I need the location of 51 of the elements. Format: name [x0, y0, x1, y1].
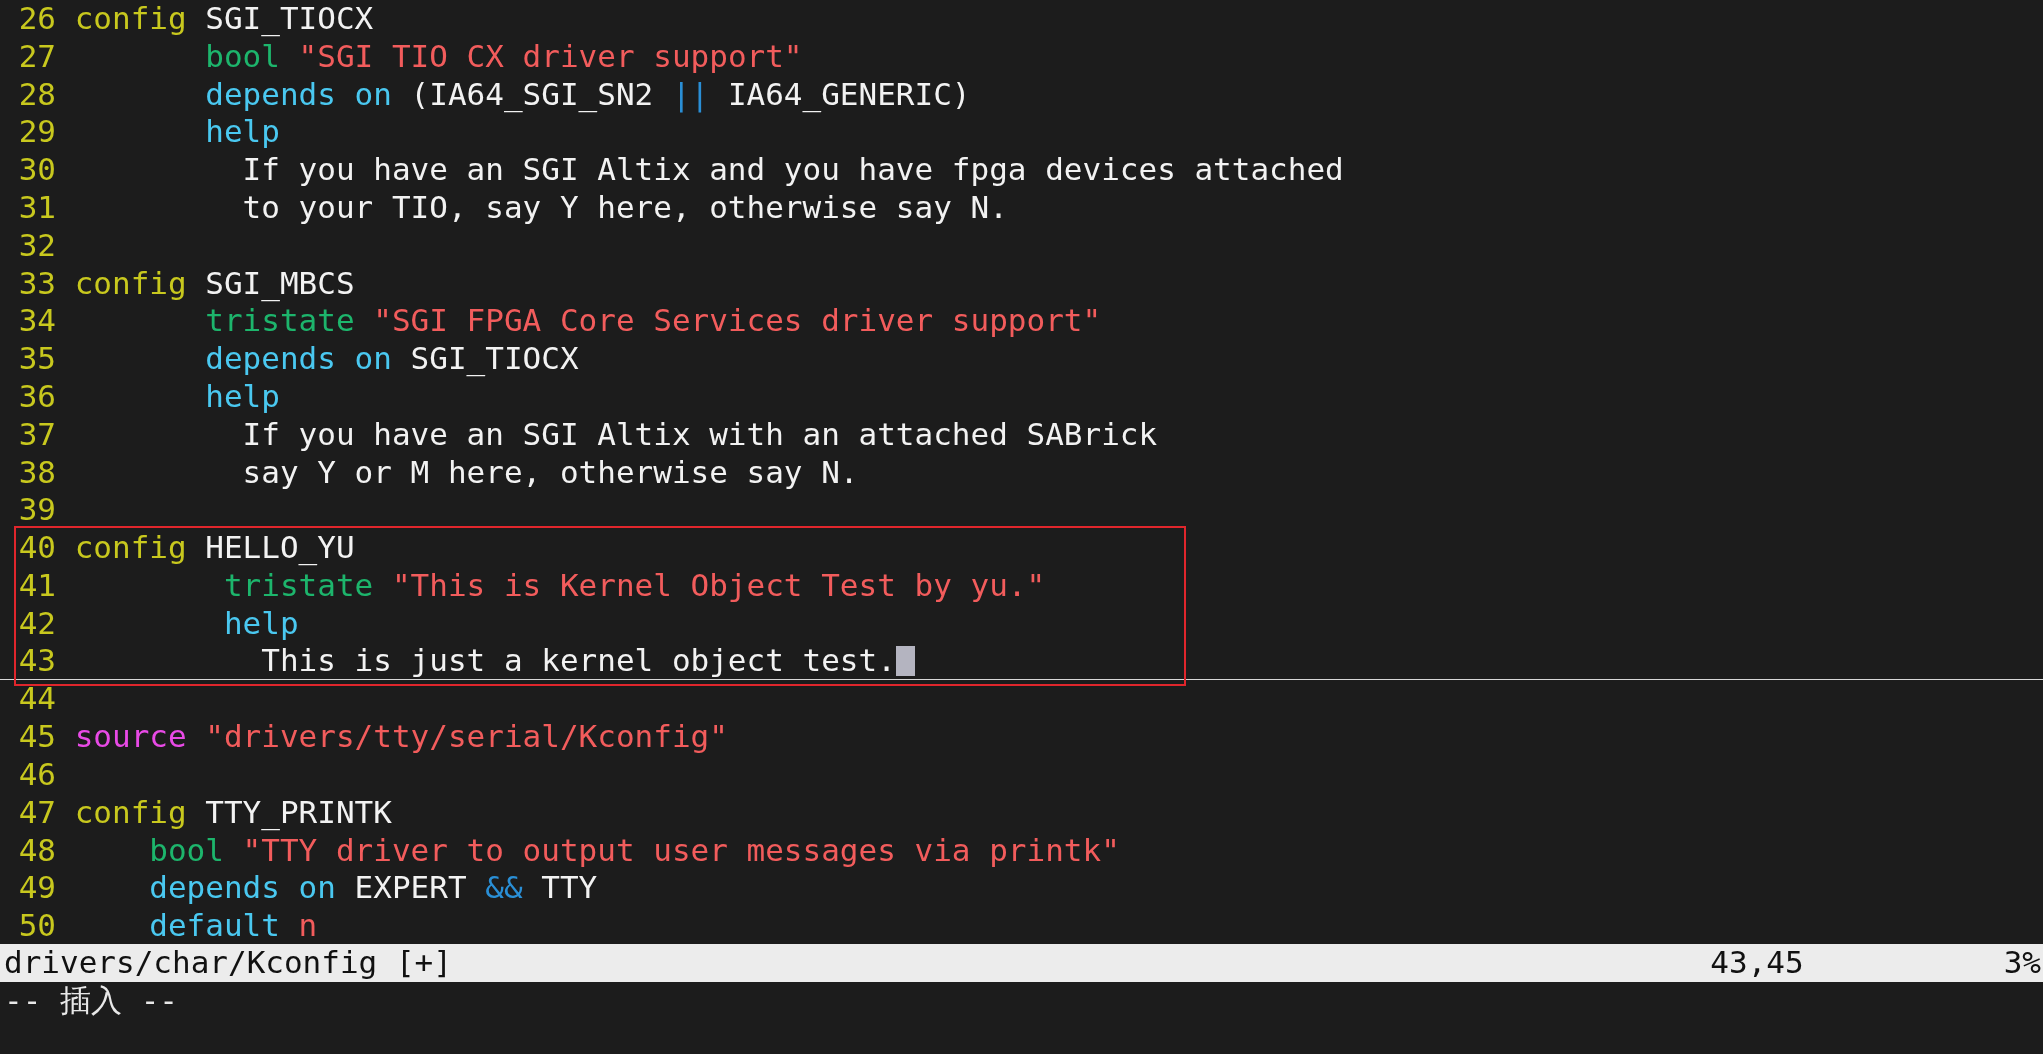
- code-line: depends on EXPERT && TTY: [148, 869, 598, 908]
- code-line: tristate "This is Kernel Object Test by yu.": [222, 566, 1046, 605]
- line-number: 40: [17, 529, 56, 567]
- line-number: 38: [17, 453, 56, 492]
- line-number: 31: [17, 189, 56, 227]
- code-line: to your TIO, say Y here, otherwise say N.: [241, 189, 1008, 227]
- line-number: 32: [17, 226, 56, 265]
- line-number: 49: [17, 869, 56, 908]
- line-number: 26: [17, 0, 56, 38]
- line-number: 29: [17, 113, 56, 152]
- code-line: If you have an SGI Altix with an attached SABrick: [241, 415, 1158, 454]
- code-line: default n: [148, 907, 318, 945]
- line-number: 30: [17, 151, 56, 189]
- code-line: help: [222, 604, 299, 643]
- line-number: 48: [17, 831, 56, 870]
- code-line: This is just a kernel object test.: [260, 642, 896, 680]
- text-cursor: [895, 645, 915, 676]
- code-line: say Y or M here, otherwise say N.: [241, 453, 859, 492]
- code-line: help: [204, 113, 280, 152]
- line-number: 28: [17, 75, 56, 114]
- code-line: config TTY_PRINTK: [74, 793, 392, 832]
- line-number: 42: [17, 604, 56, 643]
- code-line: depends on SGI_TIOCX: [204, 340, 579, 378]
- line-number: 45: [17, 718, 56, 756]
- line-number: 37: [17, 415, 56, 454]
- line-number: 34: [17, 302, 56, 341]
- scroll-percent: 3%: [2003, 944, 2041, 982]
- code-line: config SGI_TIOCX: [74, 0, 374, 38]
- line-number: 43: [17, 642, 56, 680]
- mode-indicator: -- 插入 --: [4, 982, 178, 1020]
- line-number: 50: [17, 907, 56, 945]
- cursor-position: 43,45: [1710, 944, 1804, 982]
- line-number: 46: [17, 755, 56, 794]
- code-line: tristate "SGI FPGA Core Services driver support": [204, 302, 1102, 341]
- code-line: bool "TTY driver to output user messages via printk": [148, 831, 1120, 870]
- code-line: config SGI_MBCS: [74, 264, 355, 303]
- line-number: 36: [17, 377, 56, 416]
- code-line: source "drivers/tty/serial/Kconfig": [74, 718, 728, 756]
- code-line: help: [204, 377, 280, 416]
- line-number: 39: [17, 491, 56, 530]
- line-number: 41: [17, 566, 56, 605]
- code-line: If you have an SGI Altix and you have fpga devices attached: [241, 151, 1344, 189]
- code-line: bool "SGI TIO CX driver support": [204, 37, 803, 76]
- line-number: 33: [17, 264, 56, 303]
- line-number: 44: [17, 680, 56, 719]
- file-name: drivers/char/Kconfig [+]: [4, 944, 452, 982]
- line-number: 27: [17, 37, 56, 76]
- line-number: 35: [17, 340, 56, 378]
- line-number: 47: [17, 793, 56, 832]
- code-line: config HELLO_YU: [74, 529, 355, 567]
- code-line: depends on (IA64_SGI_SN2 || IA64_GENERIC): [204, 75, 971, 114]
